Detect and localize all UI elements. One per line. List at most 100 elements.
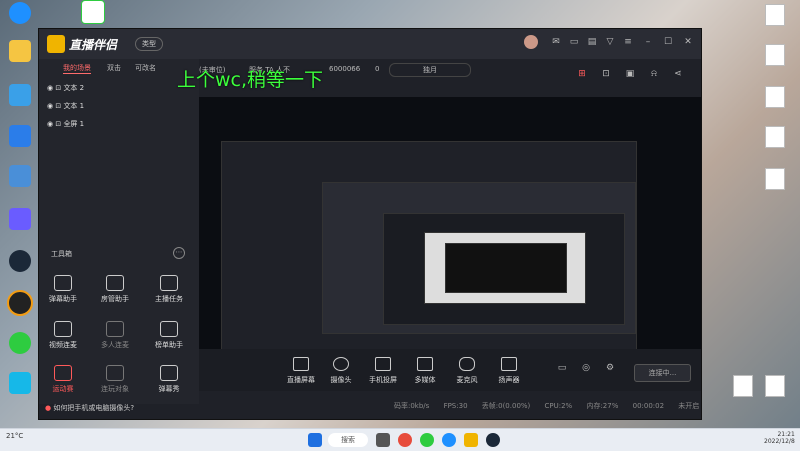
tool-multi-link[interactable]: 多人连麦 [95, 321, 135, 350]
desktop-file[interactable] [758, 375, 792, 399]
btn-speaker[interactable]: 扬声器 [489, 357, 529, 385]
bell-icon[interactable]: ⍾ [649, 69, 659, 79]
clock[interactable]: 21:21 2022/12/8 [764, 431, 795, 445]
desktop-icon-wechat[interactable] [2, 332, 38, 356]
layer-item[interactable]: ◉ ⊡ 文本 2 [47, 83, 84, 93]
download-icon [106, 321, 124, 337]
shirt-icon[interactable]: ▽ [605, 37, 615, 47]
tool-video-link[interactable]: 视频连麦 [43, 321, 83, 350]
share-icon[interactable]: ⋖ [673, 69, 683, 79]
document-icon [81, 0, 105, 24]
show-icon [160, 365, 178, 381]
wechat-icon[interactable] [420, 433, 434, 447]
sport-icon [54, 365, 72, 381]
desktop-icon-app[interactable] [2, 125, 38, 149]
desktop-icon-top[interactable] [75, 0, 111, 26]
screen-icon [293, 357, 309, 371]
status-cpu: CPU:2% [544, 402, 573, 410]
menu-icon[interactable]: ≡ [623, 37, 633, 47]
tool-danmu[interactable]: 弹幕助手 [43, 275, 83, 304]
room-name-field[interactable]: 独月 [389, 63, 471, 77]
tool-rank[interactable]: 榜单助手 [149, 321, 189, 350]
desktop-icon-computer[interactable] [2, 84, 38, 108]
weather[interactable]: 21°C [6, 432, 23, 440]
btn-media[interactable]: 多媒体 [405, 357, 445, 385]
stream-preview[interactable] [199, 97, 701, 372]
eye-icon[interactable]: ◉ ⊡ [47, 84, 63, 92]
nested-preview-2 [322, 182, 636, 334]
maximize-icon[interactable]: ☐ [663, 37, 673, 47]
minimize-icon[interactable]: – [643, 37, 653, 47]
message-icon[interactable]: ▭ [569, 37, 579, 47]
desktop-icon-folder[interactable] [2, 40, 38, 64]
title-bar: 直播伴侣 类型 ✉ ▭ ▤ ▽ ≡ – ☐ ✕ [39, 29, 701, 59]
info-hot: 0 [375, 65, 380, 73]
desktop-file[interactable] [726, 375, 760, 399]
eye-icon[interactable]: ◎ [581, 363, 591, 373]
date: 2022/12/8 [764, 438, 795, 445]
tab-my-scene[interactable]: 我的场景 [63, 63, 91, 74]
tab-rename[interactable]: 可改名 [135, 63, 156, 73]
close-icon[interactable]: ✕ [683, 37, 693, 47]
start-live-button[interactable]: 连接中... [634, 364, 691, 382]
download-icon [106, 365, 124, 381]
tool-tasks[interactable]: 主播任务 [149, 275, 189, 304]
status-timer: 00:00:02 [632, 402, 665, 410]
phone-icon [375, 357, 391, 371]
app-title: 直播伴侣 [69, 38, 118, 52]
tool-partner[interactable]: 连玩对象 [95, 365, 135, 394]
livestream-app-icon[interactable] [464, 433, 478, 447]
layer-item[interactable]: ◉ ⊡ 全屏 1 [47, 119, 84, 129]
file-icon [765, 126, 785, 148]
type-badge[interactable]: 类型 [135, 37, 163, 51]
desktop-file[interactable] [758, 86, 792, 110]
avatar[interactable] [524, 35, 538, 49]
record-icon[interactable]: ▭ [557, 363, 567, 373]
desktop-icon-player[interactable] [2, 372, 38, 396]
desktop-icon-steam[interactable] [2, 250, 38, 274]
tool-sport[interactable]: 运动赛 [43, 365, 83, 394]
box-icon[interactable]: ▣ [625, 69, 635, 79]
steam-icon[interactable] [486, 433, 500, 447]
desktop-icon-game[interactable] [2, 290, 38, 318]
shop-icon[interactable]: ⊞ [577, 69, 587, 79]
steam-icon [9, 250, 31, 272]
star-icon [160, 321, 178, 337]
desktop-file[interactable] [758, 168, 792, 192]
tool-danmu-show[interactable]: 弹幕秀 [149, 365, 189, 394]
desktop-icon-network[interactable] [2, 165, 38, 189]
desktop-file[interactable] [758, 4, 792, 28]
btn-screen[interactable]: 直播屏幕 [281, 357, 321, 385]
edge-icon[interactable] [442, 433, 456, 447]
camera-icon [333, 357, 349, 371]
gear-icon[interactable]: ⚙ [605, 363, 615, 373]
btn-camera[interactable]: 摄像头 [321, 357, 361, 385]
start-icon[interactable] [308, 433, 322, 447]
nested-preview-1 [221, 141, 637, 355]
play-icon [9, 372, 31, 394]
desktop-icon-edge[interactable] [2, 2, 38, 26]
speaker-icon [501, 357, 517, 371]
btn-phone-cast[interactable]: 手机投屏 [363, 357, 403, 385]
mail-icon[interactable]: ✉ [551, 37, 561, 47]
tool-room-admin[interactable]: 房管助手 [95, 275, 135, 304]
eye-icon[interactable]: ◉ ⊡ [47, 102, 63, 110]
eye-icon[interactable]: ◉ ⊡ [47, 120, 63, 128]
lock-icon[interactable]: ⊡ [601, 69, 611, 79]
btn-mic[interactable]: 麦克风 [447, 357, 487, 385]
more-icon[interactable]: ⋯ [173, 247, 185, 259]
left-panel: 我的场景 双击 可改名 ◉ ⊡ 文本 2 ◉ ⊡ 文本 1 ◉ ⊡ 全屏 1 工… [39, 59, 199, 404]
layer-label: 文本 2 [63, 84, 85, 92]
bottom-toolbar: 直播屏幕 摄像头 手机投屏 多媒体 麦克风 扬声器 ▭ ◎ ⚙ [199, 349, 701, 391]
tab-double-click[interactable]: 双击 [107, 63, 121, 73]
gift-icon[interactable]: ▤ [587, 37, 597, 47]
task-view-icon[interactable] [376, 433, 390, 447]
layer-item[interactable]: ◉ ⊡ 文本 1 [47, 101, 84, 111]
taskbar-search[interactable]: 搜索 [328, 433, 368, 447]
app-icon[interactable] [398, 433, 412, 447]
desktop-file[interactable] [758, 126, 792, 150]
status-record: 未开启 [678, 402, 700, 410]
help-hint[interactable]: ● 如何把手机或电脑摄像头? [45, 403, 134, 413]
desktop-icon-app2[interactable] [2, 208, 38, 232]
desktop-file[interactable] [758, 44, 792, 68]
